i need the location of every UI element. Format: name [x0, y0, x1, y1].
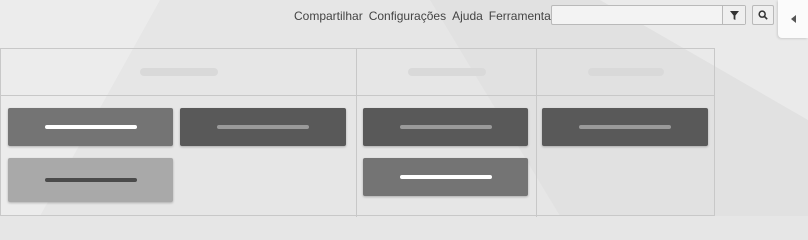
card-title-placeholder — [579, 125, 671, 129]
tools-label: Ferramentas — [488, 9, 557, 23]
board-card[interactable] — [8, 158, 173, 202]
top-navigation: Compartilhar Configurações Ajuda Ferrame… — [294, 9, 566, 23]
search-box — [551, 5, 746, 25]
board-card[interactable] — [542, 108, 708, 146]
card-title-placeholder — [44, 178, 137, 182]
search-icon — [758, 10, 768, 20]
column-header[interactable] — [1, 49, 356, 96]
search-input[interactable] — [552, 6, 734, 24]
column-title-placeholder — [587, 68, 664, 76]
card-title-placeholder — [399, 175, 492, 179]
board-card[interactable] — [363, 158, 528, 196]
filter-button[interactable] — [722, 6, 745, 24]
card-title-placeholder — [217, 125, 309, 129]
column-header[interactable] — [537, 49, 714, 96]
card-title-placeholder — [399, 125, 492, 129]
side-panel-toggle[interactable] — [778, 0, 808, 38]
settings-link[interactable]: Configurações — [369, 9, 446, 23]
board-card[interactable] — [180, 108, 346, 146]
search-button[interactable] — [752, 5, 774, 25]
help-link[interactable]: Ajuda — [452, 9, 483, 23]
card-title-placeholder — [44, 125, 137, 129]
column-title-placeholder — [139, 68, 218, 76]
board-card[interactable] — [363, 108, 528, 146]
share-link[interactable]: Compartilhar — [294, 9, 363, 23]
kanban-board — [0, 48, 715, 217]
board-card[interactable] — [8, 108, 173, 146]
chevron-left-icon — [790, 15, 796, 23]
column-title-placeholder — [407, 68, 486, 76]
funnel-icon — [729, 10, 739, 20]
column-header[interactable] — [357, 49, 536, 96]
